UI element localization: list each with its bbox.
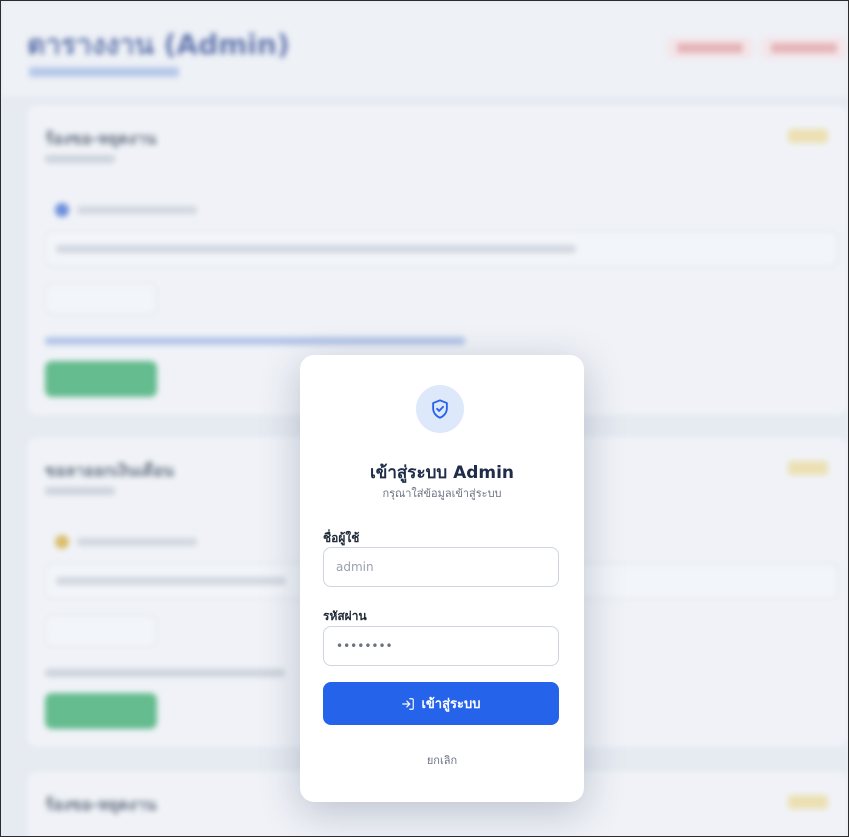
login-arrow-icon bbox=[402, 697, 415, 710]
login-button[interactable]: เข้าสู่ระบบ bbox=[323, 682, 559, 725]
password-label: รหัสผ่าน bbox=[323, 609, 367, 623]
app-frame: ตารางงาน (Admin) ร้องขอ-หยุดงาน ขอลาออกเ… bbox=[0, 0, 849, 837]
cancel-button[interactable]: ยกเลิก bbox=[300, 751, 584, 769]
admin-login-modal: เข้าสู่ระบบ Admin กรุณาใส่ข้อมูลเข้าสู่ร… bbox=[300, 355, 584, 802]
username-label: ชื่อผู้ใช้ bbox=[323, 531, 360, 545]
modal-subtitle: กรุณาใส่ข้อมูลเข้าสู่ระบบ bbox=[382, 487, 502, 500]
password-input[interactable] bbox=[323, 626, 559, 666]
username-input[interactable] bbox=[323, 547, 559, 587]
login-button-label: เข้าสู่ระบบ bbox=[421, 697, 481, 712]
shield-check-icon bbox=[416, 385, 464, 433]
modal-title: เข้าสู่ระบบ Admin bbox=[369, 463, 515, 483]
